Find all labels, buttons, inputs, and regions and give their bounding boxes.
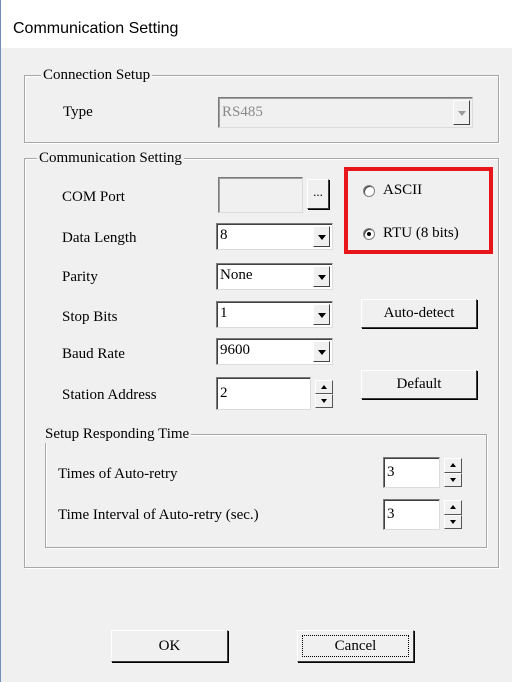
responding-time-group: Setup Responding Time Times of Auto-retr… (43, 425, 487, 548)
title-bar: Communication Setting (0, 0, 512, 48)
com-port-browse-button[interactable]: ... (307, 179, 329, 209)
retry-interval-label: Time Interval of Auto-retry (sec.) (58, 507, 259, 523)
baud-rate-label: Baud Rate (62, 346, 125, 362)
baud-rate-value: 9600 (220, 342, 250, 358)
stop-bits-dropdown-arrow-icon[interactable] (313, 304, 330, 325)
station-address-input[interactable]: 2 (216, 377, 311, 410)
responding-time-legend: Setup Responding Time (43, 425, 192, 443)
retry-times-label: Times of Auto-retry (58, 466, 178, 482)
auto-detect-label: Auto-detect (383, 305, 455, 321)
data-length-value: 8 (220, 227, 228, 243)
retry-interval-spinner[interactable] (444, 500, 462, 529)
stop-bits-label: Stop Bits (62, 309, 118, 325)
parity-select[interactable]: None (216, 263, 333, 290)
cancel-focus-outline (302, 635, 409, 657)
baud-rate-dropdown-arrow-icon[interactable] (313, 341, 330, 362)
parity-value: None (220, 267, 253, 283)
ok-label: OK (158, 638, 181, 654)
retry-times-input[interactable]: 3 (383, 457, 440, 488)
type-select-value: RS485 (222, 104, 263, 120)
retry-times-up-icon[interactable] (444, 458, 462, 473)
communication-setting-legend: Communication Setting (37, 149, 184, 167)
connection-setup-group: Connection Setup Type RS485 (24, 66, 499, 143)
retry-interval-up-icon[interactable] (444, 500, 462, 515)
retry-interval-down-icon[interactable] (444, 514, 462, 529)
stop-bits-value: 1 (220, 305, 228, 321)
retry-times-value: 3 (387, 464, 395, 480)
mode-highlight-box (344, 167, 493, 254)
data-length-dropdown-arrow-icon[interactable] (313, 226, 330, 247)
stop-bits-select[interactable]: 1 (216, 301, 333, 328)
data-length-label: Data Length (62, 230, 137, 246)
com-port-field (218, 177, 303, 213)
dialog-body: Connection Setup Type RS485 Communicatio… (0, 48, 512, 682)
station-address-down-icon[interactable] (315, 394, 333, 408)
retry-interval-input[interactable]: 3 (383, 499, 440, 530)
cancel-button[interactable]: Cancel (297, 630, 414, 662)
type-label: Type (63, 104, 93, 120)
ok-button[interactable]: OK (111, 630, 228, 662)
parity-dropdown-arrow-icon[interactable] (313, 266, 330, 287)
retry-interval-value: 3 (387, 506, 395, 522)
type-select[interactable]: RS485 (218, 97, 473, 128)
station-address-up-icon[interactable] (315, 380, 333, 394)
default-button[interactable]: Default (361, 370, 477, 399)
browse-button-label: ... (313, 184, 323, 199)
window-title: Communication Setting (13, 20, 179, 37)
parity-label: Parity (62, 269, 98, 285)
retry-times-down-icon[interactable] (444, 472, 462, 487)
connection-setup-legend: Connection Setup (41, 66, 153, 84)
station-address-value: 2 (220, 385, 228, 401)
station-address-spinner[interactable] (315, 380, 333, 408)
default-label: Default (396, 376, 442, 392)
retry-times-spinner[interactable] (444, 458, 462, 487)
auto-detect-button[interactable]: Auto-detect (361, 299, 477, 328)
data-length-select[interactable]: 8 (216, 223, 333, 250)
com-port-label: COM Port (62, 189, 125, 205)
type-dropdown-arrow-icon[interactable] (453, 100, 470, 125)
station-address-label: Station Address (62, 387, 157, 403)
baud-rate-select[interactable]: 9600 (216, 338, 333, 365)
